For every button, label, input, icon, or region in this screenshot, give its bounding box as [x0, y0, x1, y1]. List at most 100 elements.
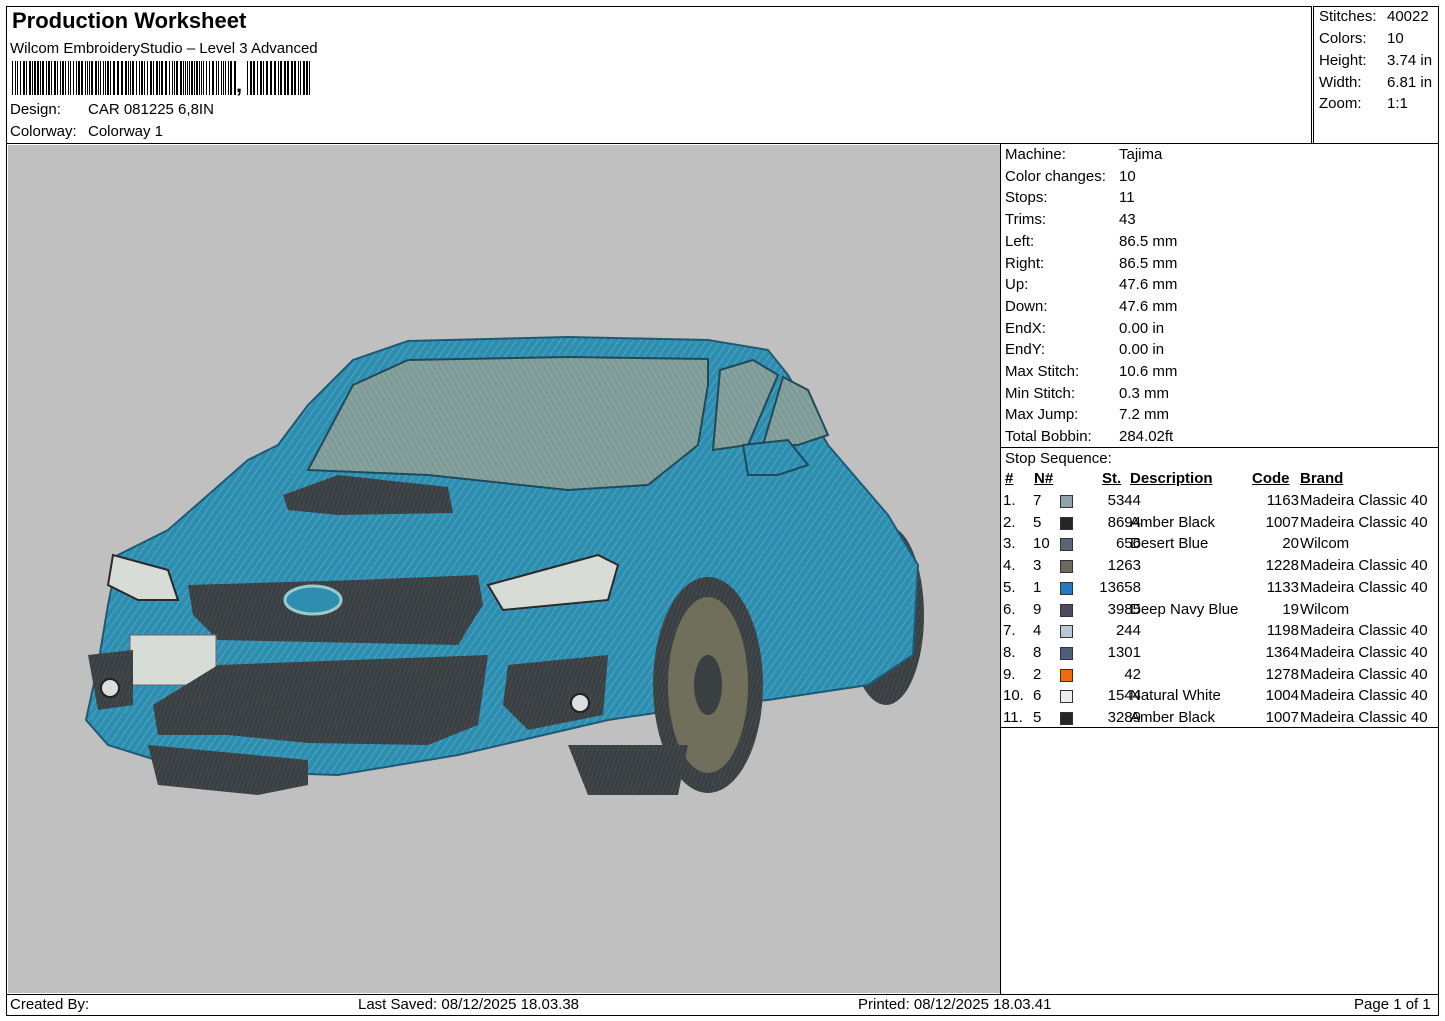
- cell-needle: 4: [1033, 622, 1042, 640]
- cell-code: 20: [1282, 535, 1299, 553]
- cell-stitches: 13658: [1099, 578, 1141, 596]
- info-value: 47.6 mm: [1119, 276, 1178, 294]
- col-header-code: Code: [1252, 470, 1290, 487]
- col-header-brand: Brand: [1300, 470, 1344, 487]
- info-label: EndX:: [1005, 319, 1046, 337]
- cell-code: 1198: [1266, 622, 1299, 640]
- table-row: 4. 3 1263 1228 Madeira Classic 40: [1003, 557, 1441, 578]
- info-label: Right:: [1005, 254, 1045, 272]
- info-value: 7.2 mm: [1119, 406, 1170, 424]
- info-label: Total Bobbin:: [1005, 428, 1092, 446]
- table-row: 6. 9 3985 Deep Navy Blue 19 Wilcom: [1003, 601, 1441, 622]
- info-value: 86.5 mm: [1119, 232, 1178, 250]
- info-value: 10: [1119, 167, 1136, 185]
- cell-code: 1364: [1265, 643, 1299, 661]
- stop-sequence-title: Stop Sequence:: [1005, 450, 1112, 467]
- cell-num: 6.: [1003, 600, 1016, 618]
- table-row: 7. 4 244 1198 Madeira Classic 40: [1003, 622, 1441, 643]
- cell-brand: Madeira Classic 40: [1300, 622, 1428, 640]
- info-label: Max Stitch:: [1005, 363, 1080, 380]
- table-row: 1. 7 5344 1163 Madeira Classic 40: [1003, 492, 1441, 513]
- info-label: Stops:: [1005, 189, 1048, 207]
- cell-stitches: 1263: [1107, 557, 1141, 575]
- stat-label: Width:: [1319, 74, 1362, 91]
- stat-label: Stitches:: [1319, 8, 1377, 25]
- col-header-num: #: [1005, 470, 1014, 487]
- cell-brand: Madeira Classic 40: [1300, 665, 1428, 683]
- cell-needle: 10: [1033, 535, 1050, 553]
- footer-created-by: Created By:: [10, 996, 90, 1013]
- color-swatch: [1060, 625, 1073, 639]
- stat-label: Colors:: [1319, 30, 1367, 47]
- info-value: 86.5 mm: [1119, 254, 1178, 272]
- info-label: EndY:: [1005, 341, 1046, 359]
- cell-brand: Madeira Classic 40: [1300, 578, 1428, 596]
- car-embroidery-image: [84, 335, 924, 795]
- stat-label: Zoom:: [1319, 95, 1362, 112]
- cell-num: 11.: [1003, 709, 1023, 726]
- cell-num: 10.: [1003, 687, 1024, 705]
- color-swatch: [1060, 690, 1073, 704]
- cell-code: 19: [1282, 600, 1299, 618]
- cell-stitches: 5344: [1107, 492, 1141, 509]
- section-divider: [1000, 447, 1439, 448]
- colorway-value: Colorway 1: [88, 123, 164, 140]
- color-swatch: [1060, 712, 1073, 725]
- col-header-needle: N#: [1034, 470, 1054, 487]
- info-label: Machine:: [1005, 146, 1066, 163]
- panel-divider: [1000, 143, 1001, 995]
- color-swatch: [1060, 538, 1073, 552]
- cell-stitches: 1301: [1107, 643, 1141, 661]
- stat-value: 10: [1387, 30, 1404, 47]
- footer-frame: [6, 994, 1439, 1016]
- table-row: 2. 5 8694 Amber Black 1007 Madeira Classic 40: [1003, 514, 1441, 535]
- cell-brand: Madeira Classic 40: [1300, 492, 1428, 509]
- stat-value: 1:1: [1387, 95, 1408, 112]
- cell-num: 8.: [1003, 643, 1016, 661]
- info-label: Trims:: [1005, 211, 1047, 229]
- barcode-trailer: ,: [236, 72, 243, 97]
- cell-brand: Madeira Classic 40: [1300, 687, 1428, 705]
- info-value: 284.02ft: [1119, 428, 1174, 446]
- cell-brand: Wilcom: [1300, 600, 1350, 618]
- color-swatch: [1060, 581, 1073, 595]
- cell-needle: 9: [1033, 600, 1042, 618]
- info-label: Up:: [1005, 276, 1029, 294]
- cell-code: 1133: [1266, 578, 1299, 596]
- color-swatch: [1060, 495, 1073, 508]
- stat-value: 6.81 in: [1387, 74, 1433, 91]
- info-value: 10.6 mm: [1119, 363, 1178, 380]
- barcode: [12, 61, 310, 95]
- table-row: 11. 5 3289 Amber Black 1007 Madeira Classic 4…: [1003, 709, 1441, 730]
- cell-needle: 8: [1033, 643, 1042, 661]
- info-value: 43: [1119, 211, 1136, 229]
- cell-num: 3.: [1003, 535, 1016, 553]
- stat-label: Height:: [1319, 52, 1367, 69]
- stat-value: 40022: [1387, 8, 1429, 25]
- color-swatch: [1060, 668, 1073, 682]
- table-row: 3. 10 656 Desert Blue 20 Wilcom: [1003, 535, 1441, 556]
- design-value: CAR 081225 6,8IN: [88, 101, 214, 118]
- stat-value: 3.74 in: [1387, 52, 1433, 69]
- cell-description: Amber Black: [1130, 513, 1216, 531]
- cell-num: 2.: [1003, 513, 1016, 531]
- cell-description: Deep Navy Blue: [1130, 600, 1239, 618]
- col-header-description: Description: [1130, 470, 1213, 487]
- cell-description: Desert Blue: [1130, 535, 1209, 553]
- cell-brand: Wilcom: [1300, 535, 1350, 553]
- cell-description: Natural White: [1130, 687, 1221, 705]
- footer-page: Page 1 of 1: [1354, 996, 1431, 1013]
- cell-brand: Madeira Classic 40: [1300, 557, 1428, 575]
- cell-description: Amber Black: [1130, 709, 1216, 726]
- cell-stitches: 42: [1124, 665, 1141, 683]
- cell-needle: 6: [1033, 687, 1042, 705]
- info-value: 47.6 mm: [1119, 297, 1178, 315]
- colorway-label: Colorway:: [10, 123, 77, 140]
- info-value: 0.3 mm: [1119, 384, 1170, 402]
- cell-brand: Madeira Classic 40: [1300, 709, 1428, 726]
- footer-printed: Printed: 08/12/2025 18.03.41: [858, 996, 1052, 1013]
- color-swatch: [1060, 560, 1073, 574]
- info-value: 0.00 in: [1119, 319, 1165, 337]
- cell-stitches: 244: [1115, 622, 1141, 640]
- cell-num: 5.: [1003, 578, 1016, 596]
